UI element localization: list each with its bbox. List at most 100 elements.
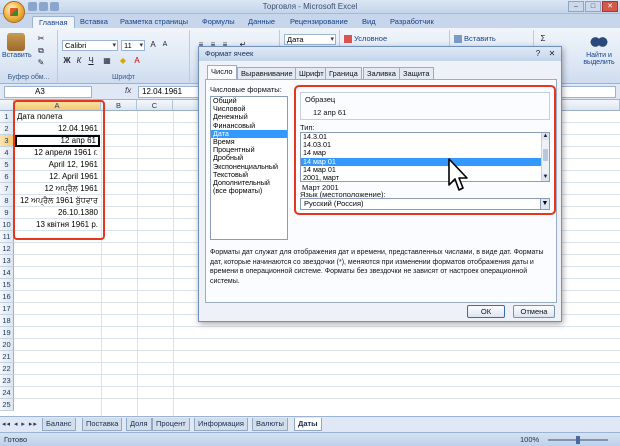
- row-header[interactable]: 19: [0, 327, 14, 339]
- row-header[interactable]: 6: [0, 171, 14, 183]
- tab-review[interactable]: Рецензирование: [290, 16, 348, 28]
- row-header[interactable]: 10: [0, 219, 14, 231]
- font-name-combo[interactable]: Calibri: [62, 40, 118, 51]
- sheet-nav-icon[interactable]: ◂◂ ◂ ▸ ▸▸: [2, 420, 38, 428]
- italic-button[interactable]: К: [74, 56, 84, 66]
- row-header[interactable]: 15: [0, 279, 14, 291]
- row-header[interactable]: 12: [0, 243, 14, 255]
- grid-line: [137, 111, 138, 416]
- row-header[interactable]: 2: [0, 123, 14, 135]
- sheet-tab-supply[interactable]: Поставка: [82, 418, 123, 431]
- sheet-tab-balance[interactable]: Баланс: [42, 418, 76, 431]
- tab-data[interactable]: Данные: [248, 16, 275, 28]
- category-item[interactable]: Финансовый: [211, 122, 287, 130]
- tab-developer[interactable]: Разработчик: [390, 16, 434, 28]
- dialog-close-icon[interactable]: ✕: [547, 49, 557, 59]
- undo-icon[interactable]: [39, 2, 48, 11]
- tab-page-layout[interactable]: Разметка страницы: [120, 16, 188, 28]
- row-header[interactable]: 20: [0, 339, 14, 351]
- row-header[interactable]: 5: [0, 159, 14, 171]
- fx-icon[interactable]: fx: [125, 86, 131, 95]
- sheet-tab-info[interactable]: Информация: [194, 418, 248, 431]
- copy-icon[interactable]: ⧉: [36, 46, 46, 56]
- save-icon[interactable]: [28, 2, 37, 11]
- row-header[interactable]: 1: [0, 111, 14, 123]
- shrink-font-icon[interactable]: A: [160, 40, 170, 50]
- sheet-tab-percent[interactable]: Процент: [152, 418, 190, 431]
- row-header[interactable]: 3: [0, 135, 14, 147]
- category-item-selected[interactable]: Дата: [211, 129, 287, 138]
- row-header[interactable]: 25: [0, 399, 14, 411]
- row-header[interactable]: 21: [0, 351, 14, 363]
- category-item[interactable]: Время: [211, 138, 287, 146]
- categories-list[interactable]: Общий Числовой Денежный Финансовый Дата …: [210, 96, 288, 240]
- row-header[interactable]: 8: [0, 195, 14, 207]
- row-header[interactable]: 22: [0, 363, 14, 375]
- select-all-corner[interactable]: [0, 100, 14, 111]
- zoom-slider[interactable]: [548, 436, 608, 444]
- format-painter-icon[interactable]: ✎: [36, 58, 46, 68]
- row-header[interactable]: 9: [0, 207, 14, 219]
- tab-fill[interactable]: Заливка: [363, 67, 400, 79]
- category-item[interactable]: Числовой: [211, 105, 287, 113]
- column-header-b[interactable]: B: [101, 100, 137, 111]
- tab-home[interactable]: Главная: [32, 16, 75, 28]
- redo-icon[interactable]: [50, 2, 59, 11]
- tab-alignment[interactable]: Выравнивание: [237, 67, 297, 79]
- row-header[interactable]: 17: [0, 303, 14, 315]
- row-header[interactable]: 7: [0, 183, 14, 195]
- maximize-button[interactable]: □: [585, 1, 601, 12]
- minimize-button[interactable]: –: [568, 1, 584, 12]
- find-select-button[interactable]: Найти и выделить: [580, 33, 618, 66]
- sheet-tab-currency[interactable]: Валюты: [252, 418, 288, 431]
- insert-cells-button[interactable]: Вставить: [454, 33, 496, 44]
- close-button[interactable]: ✕: [602, 1, 618, 12]
- tab-protection[interactable]: Защита: [399, 67, 434, 79]
- row-header[interactable]: 14: [0, 267, 14, 279]
- category-item[interactable]: (все форматы): [211, 187, 287, 195]
- borders-icon[interactable]: ▦: [102, 56, 112, 66]
- cut-icon[interactable]: ✂: [36, 34, 46, 44]
- ok-button[interactable]: ОК: [467, 305, 505, 318]
- row-header[interactable]: 16: [0, 291, 14, 303]
- category-item[interactable]: Денежный: [211, 113, 287, 121]
- row-header[interactable]: 11: [0, 231, 14, 243]
- font-size-combo[interactable]: 11: [121, 40, 145, 51]
- autosum-icon[interactable]: Σ: [538, 34, 548, 44]
- tab-formulas[interactable]: Формулы: [202, 16, 235, 28]
- category-item[interactable]: Общий: [211, 97, 287, 105]
- bold-button[interactable]: Ж: [62, 56, 72, 66]
- cancel-button[interactable]: Отмена: [513, 305, 555, 318]
- help-icon[interactable]: ?: [533, 49, 543, 59]
- row-header[interactable]: 24: [0, 387, 14, 399]
- sheet-tab-share[interactable]: Доля: [126, 418, 152, 431]
- tab-border[interactable]: Граница: [325, 67, 362, 79]
- conditional-formatting-button[interactable]: Условное форматирование: [344, 33, 449, 54]
- category-item[interactable]: Процентный: [211, 146, 287, 154]
- tab-font[interactable]: Шрифт: [295, 67, 328, 79]
- category-item[interactable]: Текстовый: [211, 171, 287, 179]
- font-color-icon[interactable]: A: [132, 56, 142, 66]
- sheet-tabs-bar: ◂◂ ◂ ▸ ▸▸ Баланс Поставка Доля Процент И…: [0, 416, 620, 432]
- tab-number[interactable]: Число: [207, 65, 237, 79]
- highlight-frame-column-a: [13, 100, 105, 240]
- grow-font-icon[interactable]: A: [148, 40, 158, 50]
- category-item[interactable]: Дополнительный: [211, 179, 287, 187]
- number-format-combo[interactable]: Дата: [284, 34, 336, 45]
- tab-insert[interactable]: Вставка: [80, 16, 108, 28]
- category-item[interactable]: Экспоненциальный: [211, 163, 287, 171]
- row-header[interactable]: 13: [0, 255, 14, 267]
- name-box[interactable]: A3: [4, 86, 92, 98]
- tab-view[interactable]: Вид: [362, 16, 376, 28]
- sheet-tab-dates[interactable]: Даты: [294, 418, 322, 431]
- row-header[interactable]: 23: [0, 375, 14, 387]
- row-header[interactable]: 4: [0, 147, 14, 159]
- category-item[interactable]: Дробный: [211, 154, 287, 162]
- column-header-c[interactable]: C: [137, 100, 173, 111]
- zoom-level[interactable]: 100%: [520, 435, 539, 444]
- fill-color-icon[interactable]: ◆: [118, 56, 128, 66]
- row-header[interactable]: 18: [0, 315, 14, 327]
- paste-button[interactable]: Вставить: [2, 33, 32, 59]
- underline-button[interactable]: Ч: [86, 56, 96, 66]
- office-button[interactable]: [3, 1, 25, 23]
